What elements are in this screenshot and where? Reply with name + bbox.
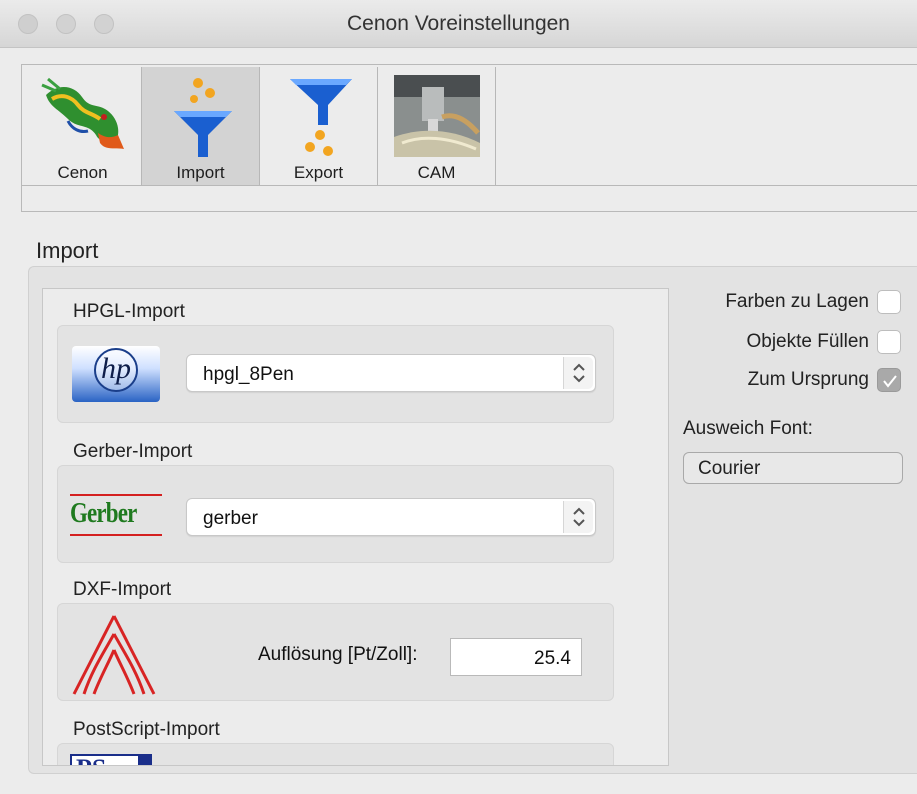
hp-logo-text: hp	[101, 352, 131, 385]
funnel-export-icon	[290, 79, 352, 156]
hpgl-device-popup[interactable]: hpgl_8Pen	[186, 354, 596, 392]
import-formats-scroll-area[interactable]: HPGL-Import hp hpgl_8Pen Gerber-Import G…	[42, 288, 669, 766]
window-title: Cenon Voreinstellungen	[346, 12, 570, 35]
dxf-import-group: Auflösung [Pt/Zoll]: 25.4	[57, 603, 614, 701]
postscript-logo-text: PS	[76, 756, 106, 765]
option-zum-ursprung[interactable]: Zum Ursprung	[748, 366, 901, 394]
resolution-value: 25.4	[534, 648, 571, 669]
option-objekte-fuellen[interactable]: Objekte Füllen	[746, 328, 901, 356]
toolbar-item-cenon[interactable]: Cenon	[24, 67, 142, 185]
popup-stepper-icon	[563, 501, 593, 533]
section-title: Import	[36, 238, 99, 263]
gerber-import-label: Gerber-Import	[73, 441, 193, 462]
option-farben-zu-lagen[interactable]: Farben zu Lagen	[725, 288, 901, 316]
gerber-logo-icon: Gerber	[70, 492, 162, 538]
hpgl-device-value: hpgl_8Pen	[203, 364, 294, 385]
toolbar-label-export: Export	[293, 163, 344, 182]
toolbar-item-import[interactable]: Import	[142, 67, 260, 185]
checkmark-icon	[883, 375, 897, 388]
objekte-fuellen-label: Objekte Füllen	[746, 331, 869, 352]
postscript-logo-icon: PS	[70, 754, 152, 765]
farben-zu-lagen-label: Farben zu Lagen	[725, 291, 869, 312]
dxf-logo-icon	[72, 615, 156, 695]
funnel-import-icon	[174, 78, 232, 157]
toolbar-label-cenon: Cenon	[57, 163, 108, 182]
farben-zu-lagen-checkbox[interactable]	[877, 290, 901, 314]
toolbar-label-cam: CAM	[417, 163, 456, 182]
gerber-device-value: gerber	[203, 508, 258, 529]
toolbar-separator	[22, 185, 917, 186]
hpgl-import-group: hp hpgl_8Pen	[57, 325, 614, 423]
dxf-import-label: DXF-Import	[73, 579, 172, 600]
preferences-window: Cenon Voreinstellungen Cenon Import Expo…	[0, 0, 917, 794]
gerber-device-popup[interactable]: gerber	[186, 498, 596, 536]
hp-logo-icon: hp	[72, 346, 160, 402]
postscript-import-group: PS	[57, 743, 614, 765]
gerber-import-group: Gerber gerber	[57, 465, 614, 563]
title-bar: Cenon Voreinstellungen	[0, 0, 917, 48]
cam-machine-icon	[394, 75, 480, 157]
hpgl-import-label: HPGL-Import	[73, 301, 185, 322]
toolbar-item-cam[interactable]: CAM	[378, 67, 496, 185]
resolution-input[interactable]: 25.4	[450, 638, 582, 676]
objekte-fuellen-checkbox[interactable]	[877, 330, 901, 354]
preferences-toolbar: Cenon Import Export CAM	[21, 64, 917, 212]
fallback-font-field[interactable]: Courier	[683, 452, 903, 484]
popup-stepper-icon	[563, 357, 593, 389]
fallback-font-label: Ausweich Font:	[683, 418, 813, 439]
postscript-import-label: PostScript-Import	[73, 719, 220, 740]
toolbar-item-export[interactable]: Export	[260, 67, 378, 185]
zum-ursprung-label: Zum Ursprung	[747, 369, 869, 390]
toolbar-label-import: Import	[176, 163, 225, 182]
dragon-icon	[41, 77, 124, 149]
resolution-label: Auflösung [Pt/Zoll]:	[258, 644, 418, 665]
zum-ursprung-checkbox[interactable]	[877, 368, 901, 392]
fallback-font-value: Courier	[698, 458, 761, 479]
gerber-logo-text: Gerber	[70, 498, 137, 529]
